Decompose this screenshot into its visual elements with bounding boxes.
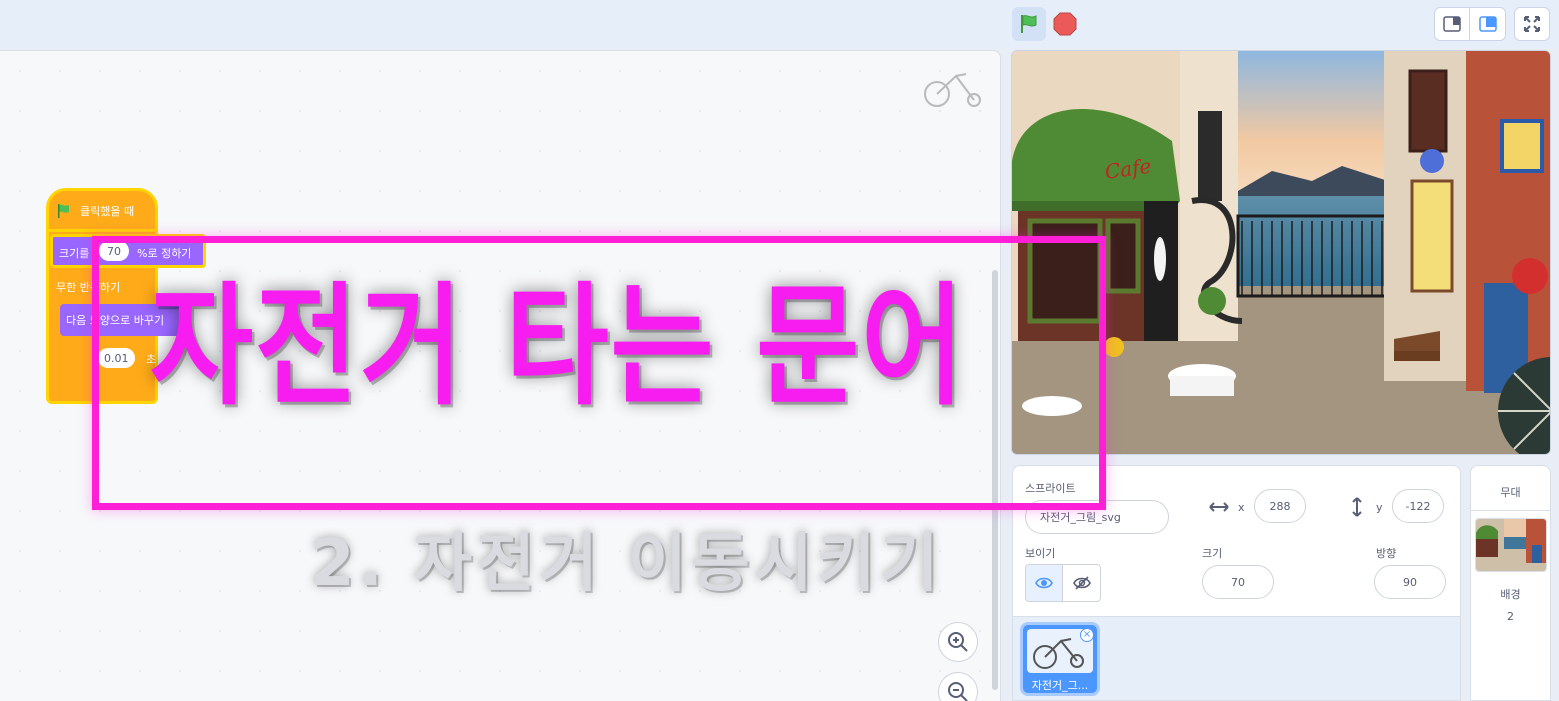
stage-pane-title: 무대 <box>1500 486 1521 499</box>
set-size-label: 크기를 <box>59 247 90 260</box>
normal-stage-button[interactable] <box>1470 7 1506 41</box>
zoom-in-button[interactable] <box>938 622 978 662</box>
video-subtitle-caption: 2. 자전거 이동시키기 <box>310 527 943 601</box>
show-sprite-button[interactable] <box>1026 565 1064 601</box>
hat-block-label: 클릭했을 때 <box>80 205 135 218</box>
top-bar <box>0 0 1559 48</box>
fullscreen-button[interactable] <box>1514 7 1550 41</box>
size-field[interactable]: 70 <box>1202 565 1274 599</box>
hide-sprite-button[interactable] <box>1063 565 1100 601</box>
zoom-in-icon <box>948 632 968 652</box>
stop-icon <box>1053 12 1077 36</box>
green-flag-button[interactable] <box>1012 7 1046 41</box>
horizontal-arrows-icon <box>1209 502 1229 512</box>
visibility-toggle <box>1025 564 1101 602</box>
sprite-tile-name: 자전거_그... <box>1031 679 1089 692</box>
x-position-field[interactable]: 288 <box>1254 489 1306 523</box>
stop-button[interactable] <box>1052 11 1078 37</box>
show-label: 보이기 <box>1025 547 1056 560</box>
small-stage-button[interactable] <box>1434 7 1470 41</box>
video-title-caption: 자전거 타는 문어 <box>150 270 966 424</box>
bicycle-sprite-icon <box>924 73 981 107</box>
eye-icon <box>1035 577 1053 589</box>
size-label: 크기 <box>1202 547 1223 560</box>
direction-field[interactable]: 90 <box>1374 565 1446 599</box>
backdrop-thumbnail <box>1475 518 1547 572</box>
zoom-out-icon <box>948 682 968 701</box>
stage-size-toggle <box>1434 7 1506 41</box>
x-label: x <box>1238 501 1245 514</box>
backdrop-preview <box>1476 519 1546 571</box>
small-stage-icon <box>1443 16 1461 32</box>
backdrop-label: 배경 <box>1500 588 1521 601</box>
fullscreen-icon <box>1524 16 1540 32</box>
eye-slash-icon <box>1072 576 1091 590</box>
direction-label: 방향 <box>1376 547 1397 560</box>
green-flag-icon <box>58 204 69 218</box>
normal-stage-icon <box>1478 16 1497 32</box>
vertical-arrows-icon <box>1352 497 1362 517</box>
y-label: y <box>1376 501 1383 514</box>
backdrop-count: 2 <box>1507 610 1514 623</box>
divider <box>1471 510 1550 511</box>
y-position-field[interactable]: -122 <box>1392 489 1444 523</box>
green-flag-icon <box>1021 15 1037 33</box>
stage-selector[interactable]: 무대 배경 2 <box>1470 465 1551 701</box>
delete-sprite-button[interactable]: × <box>1080 628 1094 642</box>
